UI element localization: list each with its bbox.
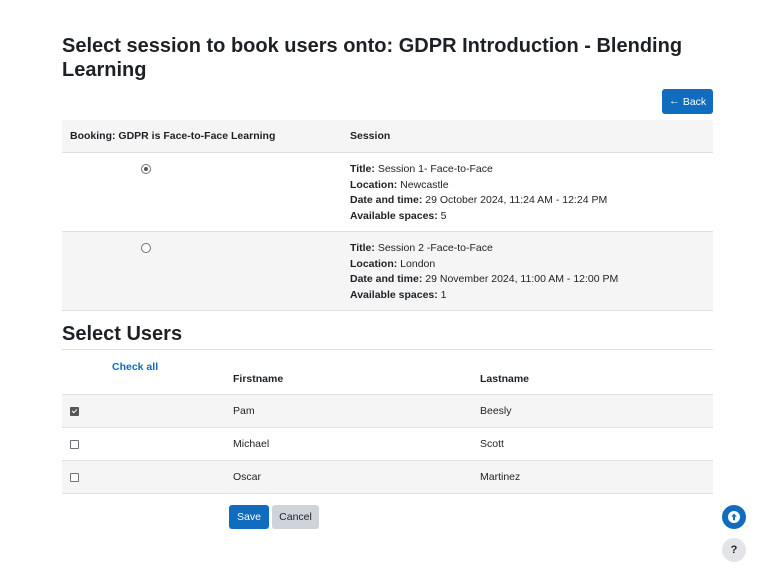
user-checkbox[interactable] <box>70 440 79 449</box>
session-location: Newcastle <box>400 178 449 191</box>
location-label: Location: <box>350 178 398 191</box>
session-1-radio[interactable] <box>141 164 151 174</box>
user-lastname: Martinez <box>480 471 521 483</box>
page-title: Select session to book users onto: GDPR … <box>62 35 683 81</box>
session-info: Title: Session 1- Face-to-Face Location:… <box>350 162 607 224</box>
user-firstname: Pam <box>233 405 255 417</box>
user-lastname: Scott <box>480 438 504 450</box>
session-2-radio[interactable] <box>141 243 151 253</box>
user-firstname: Michael <box>233 438 270 450</box>
firstname-column-header: Firstname <box>233 373 284 385</box>
location-label: Location: <box>350 257 398 270</box>
session-column-header: Session <box>350 130 391 142</box>
table-row: Pam Beesly <box>62 395 713 428</box>
spaces-label: Available spaces: <box>350 288 438 301</box>
session-row: Title: Session 1- Face-to-Face Location:… <box>62 153 713 232</box>
session-info: Title: Session 2 -Face-to-Face Location:… <box>350 241 618 303</box>
arrow-left-icon: ← <box>668 95 680 107</box>
table-row: Michael Scott <box>62 428 713 461</box>
session-title: Session 1- Face-to-Face <box>377 163 493 175</box>
save-button[interactable]: Save <box>229 505 269 529</box>
back-button[interactable]: ← Back <box>662 89 713 114</box>
session-spaces: 5 <box>440 209 447 222</box>
user-firstname: Oscar <box>233 471 262 483</box>
lastname-column-header: Lastname <box>480 373 530 385</box>
session-datetime: 29 November 2024, 11:00 AM - 12:00 PM <box>425 273 619 285</box>
back-button-label: Back <box>682 95 707 108</box>
session-location: London <box>400 257 436 270</box>
user-checkbox[interactable] <box>70 407 79 416</box>
spaces-label: Available spaces: <box>350 209 438 222</box>
booking-column-header: Booking: GDPR is Face-to-Face Learning <box>70 130 276 142</box>
check-all-link[interactable]: Check all <box>112 361 158 373</box>
select-users-heading: Select Users <box>62 323 183 345</box>
session-spaces: 1 <box>440 288 447 301</box>
datetime-label: Date and time: <box>350 273 423 285</box>
scroll-to-top-button[interactable] <box>722 505 746 529</box>
help-button[interactable]: ? <box>722 538 746 562</box>
title-label: Title: <box>350 242 375 254</box>
arrow-up-circle-icon <box>728 511 740 523</box>
session-row: Title: Session 2 -Face-to-Face Location:… <box>62 232 713 311</box>
cancel-button[interactable]: Cancel <box>272 505 319 529</box>
question-icon: ? <box>730 544 738 556</box>
user-checkbox[interactable] <box>70 473 79 482</box>
session-title: Session 2 -Face-to-Face <box>377 242 493 254</box>
user-lastname: Beesly <box>480 405 512 417</box>
users-table: Check all Firstname Lastname Pam Beesly … <box>62 350 713 494</box>
users-table-header: Check all Firstname Lastname <box>62 350 713 395</box>
sessions-table: Booking: GDPR is Face-to-Face Learning S… <box>62 120 713 311</box>
session-datetime: 29 October 2024, 11:24 AM - 12:24 PM <box>425 194 608 206</box>
datetime-label: Date and time: <box>350 194 423 206</box>
title-label: Title: <box>350 163 375 175</box>
table-row: Oscar Martinez <box>62 461 713 494</box>
sessions-table-header: Booking: GDPR is Face-to-Face Learning S… <box>62 120 713 153</box>
